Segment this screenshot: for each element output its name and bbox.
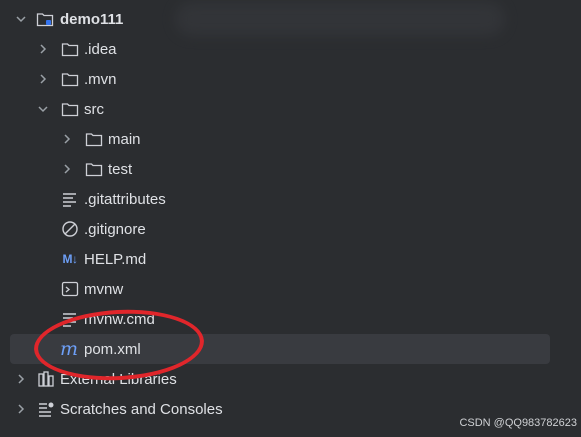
chevron-right-icon[interactable] (60, 162, 74, 176)
tree-label: pom.xml (84, 340, 141, 358)
tree-label: .mvn (84, 70, 117, 88)
tree-label: test (108, 160, 133, 178)
chevron-right-icon[interactable] (36, 42, 50, 56)
tree-row-mvnw-cmd[interactable]: mvnw.cmd (0, 304, 581, 334)
ignore-file-icon (61, 220, 79, 238)
folder-icon (85, 130, 103, 148)
folder-icon (61, 70, 79, 88)
tree-row-help-md[interactable]: M↓ HELP.md (0, 244, 581, 274)
tree-label: src (84, 100, 104, 118)
tree-row-gitattributes[interactable]: .gitattributes (0, 184, 581, 214)
chevron-right-icon[interactable] (36, 72, 50, 86)
text-file-icon (61, 190, 79, 208)
tree-label: External Libraries (60, 370, 177, 388)
tree-row-root[interactable]: demo111 (0, 4, 581, 34)
chevron-down-icon[interactable] (14, 12, 28, 26)
folder-icon (61, 100, 79, 118)
tree-row-idea[interactable]: .idea (0, 34, 581, 64)
tree-row-src[interactable]: src (0, 94, 581, 124)
tree-row-external-libraries[interactable]: External Libraries (0, 364, 581, 394)
tree-row-main[interactable]: main (0, 124, 581, 154)
text-file-icon (61, 310, 79, 328)
project-tree: demo111 .idea .mvn src main test .gitatt… (0, 0, 581, 437)
chevron-right-icon[interactable] (14, 402, 28, 416)
chevron-right-icon[interactable] (60, 132, 74, 146)
library-icon (37, 370, 55, 388)
maven-icon: m (59, 338, 79, 360)
tree-row-test[interactable]: test (0, 154, 581, 184)
terminal-script-icon (61, 280, 79, 298)
chevron-right-icon[interactable] (14, 372, 28, 386)
module-folder-icon (36, 10, 54, 28)
scratches-icon (37, 400, 55, 418)
tree-label: .idea (84, 40, 117, 58)
tree-label-root: demo111 (60, 10, 124, 28)
tree-label: mvnw (84, 280, 124, 298)
tree-row-gitignore[interactable]: .gitignore (0, 214, 581, 244)
tree-row-mvnw[interactable]: mvnw (0, 274, 581, 304)
tree-label: mvnw.cmd (84, 310, 155, 328)
markdown-icon: M↓ (62, 252, 79, 266)
chevron-down-icon[interactable] (36, 102, 50, 116)
folder-icon (85, 160, 103, 178)
tree-label: .gitattributes (84, 190, 166, 208)
watermark: CSDN @QQ983782623 (459, 417, 577, 429)
tree-label: Scratches and Consoles (60, 400, 223, 418)
tree-label: main (108, 130, 141, 148)
tree-label: .gitignore (84, 220, 146, 238)
folder-icon (61, 40, 79, 58)
tree-row-pom-xml[interactable]: m pom.xml (10, 334, 550, 364)
tree-label: HELP.md (84, 250, 147, 268)
tree-row-mvn[interactable]: .mvn (0, 64, 581, 94)
